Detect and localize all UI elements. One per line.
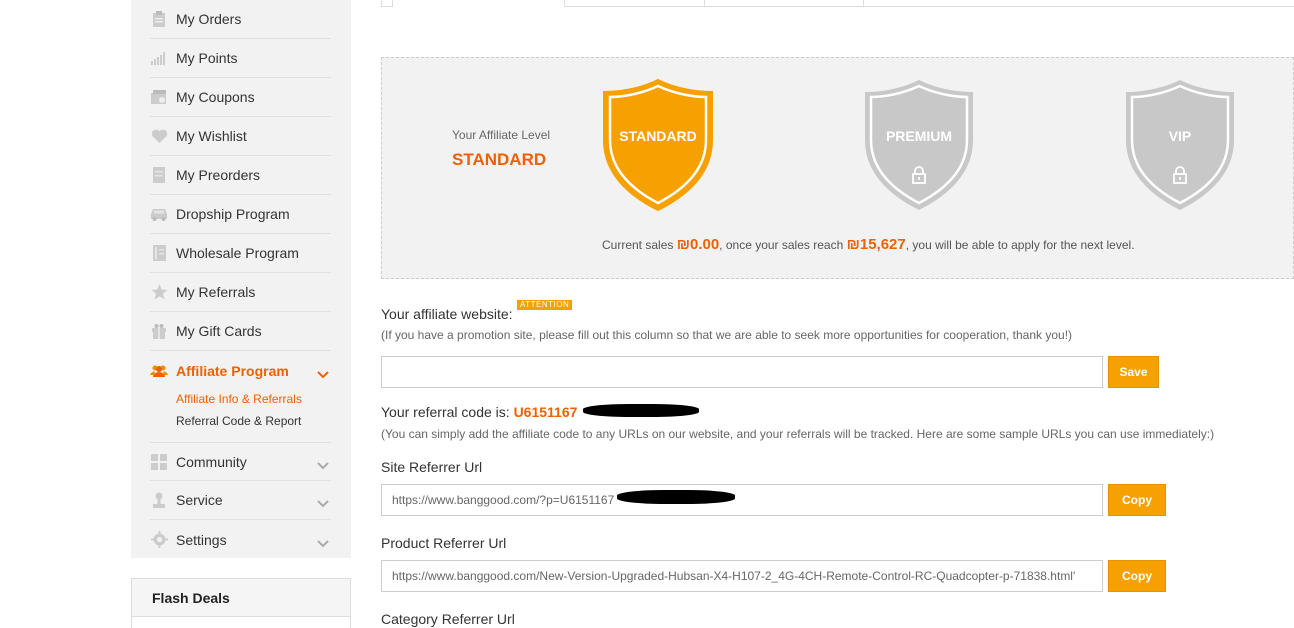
document-icon bbox=[150, 166, 168, 184]
clipboard-icon bbox=[150, 10, 168, 28]
sidebar-item-my-gift-cards[interactable]: My Gift Cards bbox=[150, 312, 331, 351]
chevron-down-icon[interactable] bbox=[317, 457, 329, 473]
sidebar-item-my-points[interactable]: My Points bbox=[150, 39, 331, 78]
tier-label: VIP bbox=[1168, 128, 1192, 144]
chevron-down-icon[interactable] bbox=[317, 495, 329, 511]
tab-active[interactable] bbox=[393, 0, 565, 7]
tier-standard-shield: STANDARD bbox=[602, 78, 714, 212]
affiliate-submenu: Affiliate Info & Referrals Referral Code… bbox=[176, 388, 302, 432]
target-sales-amount: ₪15,627 bbox=[846, 236, 906, 253]
lock-icon bbox=[1172, 166, 1188, 189]
submenu-item-referral-code[interactable]: Referral Code & Report bbox=[176, 410, 302, 432]
sidebar-item-my-preorders[interactable]: My Preorders bbox=[150, 156, 331, 195]
shield-icon bbox=[1126, 80, 1234, 210]
sales-progress-text: Current sales ₪0.00, once your sales rea… bbox=[382, 236, 1294, 253]
site-referrer-url-field[interactable]: https://www.banggood.com/?p=U6151167 bbox=[381, 484, 1103, 516]
tier-premium-shield: PREMIUM bbox=[863, 78, 975, 212]
star-icon bbox=[150, 283, 168, 301]
sales-suffix: , you will be able to apply for the next… bbox=[905, 238, 1135, 252]
sidebar-item-my-coupons[interactable]: My Coupons bbox=[150, 78, 331, 117]
bar-chart-icon bbox=[150, 49, 168, 67]
referral-code-title: Your referral code is: bbox=[381, 404, 510, 420]
sidebar-item-my-wishlist[interactable]: My Wishlist bbox=[150, 117, 331, 156]
affiliate-level-value: STANDARD bbox=[452, 150, 547, 169]
chevron-down-icon[interactable] bbox=[317, 535, 329, 551]
sidebar-item-dropship-program[interactable]: Dropship Program bbox=[150, 195, 331, 234]
product-referrer-title: Product Referrer Url bbox=[381, 535, 507, 551]
flash-deals-title: Flash Deals bbox=[132, 579, 350, 617]
tab[interactable] bbox=[705, 0, 864, 7]
shield-icon bbox=[865, 80, 973, 210]
tab[interactable] bbox=[381, 0, 393, 7]
sidebar-item-label: Settings bbox=[176, 531, 227, 548]
sidebar-item-label: My Wishlist bbox=[176, 128, 247, 144]
tier-label: STANDARD bbox=[619, 128, 697, 144]
gift-icon bbox=[150, 322, 168, 340]
affiliate-website-input[interactable] bbox=[381, 356, 1103, 388]
sidebar-item-settings[interactable]: Settings bbox=[150, 520, 331, 559]
grid-icon bbox=[150, 453, 168, 471]
submenu-item-affiliate-info[interactable]: Affiliate Info & Referrals bbox=[176, 388, 302, 410]
sidebar-item-service[interactable]: Service bbox=[150, 481, 331, 520]
tier-vip-shield: VIP bbox=[1124, 78, 1236, 212]
save-button[interactable]: Save bbox=[1108, 356, 1159, 388]
shield-icon bbox=[603, 78, 713, 212]
chevron-down-icon[interactable] bbox=[317, 366, 329, 382]
referral-code-value: U6151167 bbox=[513, 404, 578, 420]
sidebar-item-label: Service bbox=[176, 492, 223, 508]
sidebar-item-label: Community bbox=[176, 453, 247, 470]
product-referrer-url-field[interactable]: https://www.banggood.com/New-Version-Upg… bbox=[381, 560, 1103, 592]
people-icon bbox=[150, 362, 168, 380]
affiliate-level-panel: Your Affiliate Level STANDARD STANDARD P… bbox=[381, 57, 1294, 279]
redaction-mark bbox=[617, 490, 735, 504]
sidebar-item-label: My Orders bbox=[176, 11, 242, 27]
sales-prefix: Current sales bbox=[602, 238, 674, 252]
sidebar-item-label: Affiliate Program bbox=[176, 362, 289, 379]
lock-icon bbox=[911, 166, 927, 189]
coupon-icon bbox=[150, 88, 168, 106]
redaction-mark bbox=[583, 404, 699, 417]
affiliate-website-hint: (If you have a promotion site, please fi… bbox=[381, 328, 1073, 342]
sidebar-item-my-referrals[interactable]: My Referrals bbox=[150, 273, 331, 312]
sidebar-item-label: My Gift Cards bbox=[176, 323, 262, 339]
copy-product-url-button[interactable]: Copy bbox=[1108, 560, 1166, 592]
affiliate-website-title: Your affiliate website: bbox=[381, 306, 513, 322]
referral-code-line: Your referral code is: U6151167 bbox=[381, 404, 577, 420]
person-icon bbox=[150, 491, 168, 509]
flash-deals-panel: Flash Deals bbox=[131, 578, 351, 628]
sidebar-item-affiliate-program[interactable]: Affiliate Program bbox=[150, 351, 331, 390]
copy-site-url-button[interactable]: Copy bbox=[1108, 484, 1166, 516]
attention-badge: ATTENTION bbox=[517, 300, 573, 310]
sidebar-item-label: Wholesale Program bbox=[176, 245, 299, 261]
book-icon bbox=[150, 244, 168, 262]
sidebar-item-wholesale-program[interactable]: Wholesale Program bbox=[150, 234, 331, 273]
account-sidebar: My Orders My Points My Coupons My Wishli… bbox=[131, 0, 351, 558]
sidebar-item-my-orders[interactable]: My Orders bbox=[150, 0, 331, 39]
referral-code-hint: (You can simply add the affiliate code t… bbox=[381, 427, 1215, 441]
sidebar-item-label: Dropship Program bbox=[176, 206, 290, 222]
tab-strip bbox=[381, 0, 1294, 7]
heart-icon bbox=[150, 127, 168, 145]
sidebar-item-label: My Preorders bbox=[176, 167, 261, 183]
sidebar-item-community[interactable]: Community bbox=[150, 442, 331, 481]
sidebar-item-label: My Points bbox=[176, 50, 238, 66]
category-referrer-title: Category Referrer Url bbox=[381, 611, 515, 627]
current-sales-amount: ₪0.00 bbox=[676, 236, 720, 253]
site-referrer-title: Site Referrer Url bbox=[381, 459, 483, 475]
tab[interactable] bbox=[565, 0, 705, 7]
sidebar-item-label: My Referrals bbox=[176, 284, 256, 300]
tier-label: PREMIUM bbox=[885, 128, 953, 144]
sidebar-item-label: My Coupons bbox=[176, 89, 255, 105]
gear-icon bbox=[150, 531, 168, 549]
affiliate-level-label: Your Affiliate Level bbox=[452, 128, 551, 142]
sales-middle: , once your sales reach bbox=[719, 238, 844, 252]
car-icon bbox=[150, 205, 168, 223]
